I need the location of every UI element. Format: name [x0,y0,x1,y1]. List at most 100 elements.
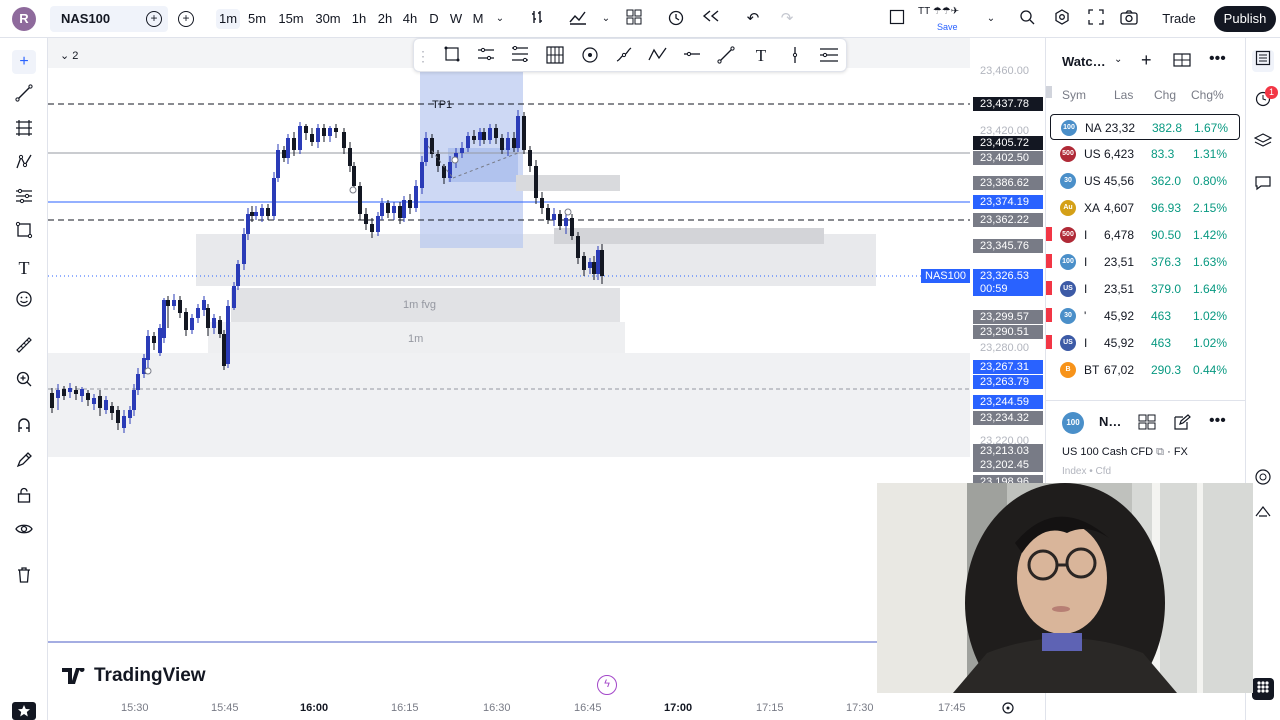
watchlist-row[interactable]: 500 I 6,478 90.50 1.42% [1046,222,1240,248]
watchlist-row[interactable]: 100 I 23,51 376.3 1.63% [1046,249,1240,275]
fib-retracement-icon[interactable] [510,45,530,66]
details-symbol-name[interactable]: N… [1099,414,1121,429]
favorites-star-icon[interactable] [12,702,36,720]
settings-gear-icon[interactable] [1052,9,1072,29]
layout-square-icon[interactable] [887,9,907,29]
flag-marker-icon[interactable] [1046,254,1052,268]
publish-button[interactable]: Publish [1214,6,1276,32]
interval-d[interactable]: D [428,9,440,29]
layout-name[interactable]: TT ☂☂✈ Save [918,6,978,32]
watchlist-row[interactable]: 100 NA 23,32 382.8 1.67% [1050,114,1240,140]
advanced-view-icon[interactable] [1173,52,1191,73]
alert-clock-icon[interactable] [666,9,686,29]
flag-marker-icon[interactable] [1046,335,1052,349]
magnet-icon[interactable] [12,416,36,440]
indicators-icon[interactable] [568,9,588,29]
interval-w[interactable]: W [449,9,463,29]
col-chgp[interactable]: Chg% [1191,88,1224,102]
target-icon[interactable] [1252,468,1274,490]
crosshair-icon[interactable]: + [12,50,36,74]
interval-2h[interactable]: 2h [376,9,394,29]
chart-pane[interactable]: ⌄ 2 TP1 1m fvg 1m NAS100 TradingView ϟ [48,38,970,696]
watchlist-list-icon[interactable] [1252,50,1274,72]
flag-marker-icon[interactable] [1046,281,1052,295]
watchlist-chevron-down-icon[interactable]: ⌄ [1114,54,1122,65]
watchlist-title[interactable]: Watc… [1062,54,1106,69]
details-grid-icon[interactable] [1138,414,1156,435]
zoom-in-icon[interactable] [12,370,36,394]
watchlist-more-icon[interactable]: ••• [1209,50,1226,68]
redo-icon[interactable]: ↷ [777,9,797,29]
col-chg[interactable]: Chg [1154,88,1176,102]
rectangle-shape-icon[interactable] [12,221,36,245]
price-chart[interactable] [48,38,970,696]
apps-grid-icon[interactable] [1252,678,1274,700]
layers-icon[interactable] [1252,132,1274,154]
layout-chevron-down-icon[interactable]: ⌄ [985,9,997,29]
ray-line-icon[interactable] [716,46,736,66]
interval-1m[interactable]: 1m [216,9,240,29]
templates-grid-icon[interactable] [624,9,644,29]
axis-settings-icon[interactable] [1001,701,1015,715]
fullscreen-icon[interactable] [1086,9,1106,29]
ideas-icon[interactable] [1252,504,1274,526]
user-avatar[interactable]: R [12,7,36,31]
legend-toggle[interactable]: ⌄ 2 [60,48,90,64]
horizontal-ray-icon[interactable] [682,46,702,66]
forecast-icon[interactable] [12,187,36,211]
external-link-icon[interactable]: ⧉ [1156,446,1167,458]
text-tool-icon[interactable]: T [12,256,36,280]
edit-note-icon[interactable] [1173,414,1191,435]
text-icon[interactable]: T [751,46,771,66]
save-label[interactable]: Save [937,22,958,32]
replay-icon[interactable] [700,9,722,29]
watchlist-row[interactable]: US I 23,51 379.0 1.64% [1046,276,1240,302]
interval-15m[interactable]: 15m [277,9,305,29]
watchlist-row[interactable]: 500 US 6,423 83.3 1.31% [1050,141,1240,167]
compare-icon[interactable]: + [146,11,162,27]
col-symbol[interactable]: Sym [1062,88,1086,102]
interval-m[interactable]: M [471,9,485,29]
watchlist-row[interactable]: 30 US 45,56 362.0 0.80% [1050,168,1240,194]
details-more-icon[interactable]: ••• [1209,412,1226,430]
quick-search-icon[interactable] [1017,9,1037,29]
parallel-channel-icon[interactable] [476,46,496,66]
ruler-icon[interactable] [12,336,36,360]
path-icon[interactable] [648,46,668,66]
vertical-line-icon[interactable] [785,46,805,66]
interval-chevron-down-icon[interactable]: ⌄ [494,9,506,29]
watchlist-row[interactable]: 30 ' 45,92 463 1.02% [1046,303,1240,329]
emoji-icon[interactable] [12,290,36,314]
watchlist-row[interactable]: B BT 67,02 290.3 0.44% [1050,357,1240,383]
add-symbol-icon[interactable]: + [178,11,194,27]
flag-marker-icon[interactable] [1046,308,1052,322]
select-rect-icon[interactable] [442,46,462,66]
position-grid-icon[interactable] [545,46,565,66]
trade-button[interactable]: Trade [1151,8,1207,30]
lock-icon[interactable] [12,486,36,510]
fib-grid-icon[interactable] [12,119,36,143]
bars-style-icon[interactable] [527,9,547,29]
time-axis[interactable]: 15:30 15:45 16:00 16:15 16:30 16:45 17:00 17:15… [48,698,1045,720]
drag-handle-icon[interactable]: ⋮ [416,46,430,66]
interval-30m[interactable]: 30m [313,9,343,29]
lightning-icon[interactable]: ϟ [597,675,617,695]
stay-in-drawing-icon[interactable] [12,451,36,475]
circle-target-icon[interactable] [580,46,600,66]
add-symbol-plus-icon[interactable]: + [1141,50,1152,70]
flag-marker-icon[interactable] [1046,227,1052,241]
undo-icon[interactable]: ↶ [743,9,763,29]
trash-icon[interactable] [12,566,36,590]
more-tools-icon[interactable] [819,46,839,66]
trend-line-icon[interactable] [12,84,36,108]
patterns-icon[interactable] [12,153,36,177]
col-last[interactable]: Las [1114,88,1133,102]
watchlist-row[interactable]: US I 45,92 463 1.02% [1046,330,1240,356]
watchlist-row[interactable]: Au XA 4,607 96.93 2.15% [1050,195,1240,221]
interval-4h[interactable]: 4h [401,9,419,29]
snapshot-camera-icon[interactable] [1119,9,1139,29]
indicators-chevron-down-icon[interactable]: ⌄ [600,9,612,29]
interval-5m[interactable]: 5m [247,9,267,29]
eye-icon[interactable] [12,520,36,544]
brush-icon[interactable] [614,46,634,66]
